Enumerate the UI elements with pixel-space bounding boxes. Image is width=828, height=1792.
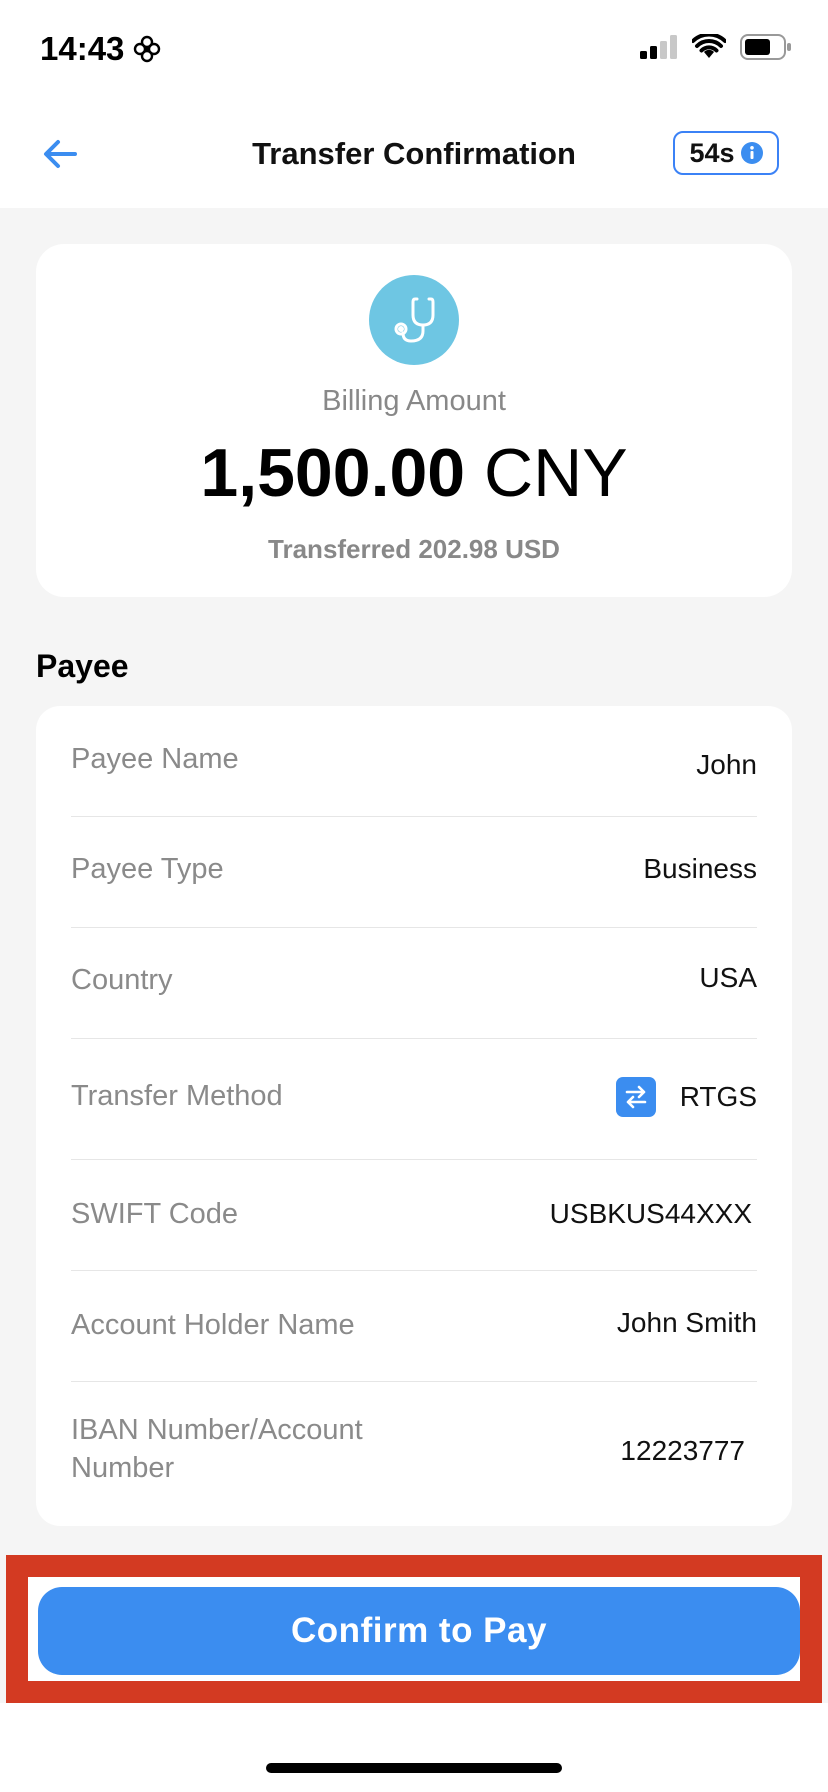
row-label: Country [71,964,173,996]
status-time: 14:43 [40,30,162,68]
transfer-method-value: RTGS [679,1081,757,1112]
payee-row-type: Payee Type Business [71,817,757,928]
confirm-to-pay-button[interactable]: Confirm to Pay [38,1587,800,1675]
status-time-text: 14:43 [40,30,125,67]
timer-badge[interactable]: 54s [673,131,779,175]
payee-row-transfer-method: Transfer Method RTGS [71,1039,757,1160]
bottom-area [0,1703,828,1792]
service-icon-container [369,275,459,365]
row-value: John [696,749,757,780]
row-value: Business [643,853,757,884]
row-value: USBKUS44XXX [549,1198,752,1229]
flower-icon [134,35,161,63]
row-label: Transfer Method [71,1080,283,1112]
payee-section-title: Payee [36,648,129,684]
amount-currency: CNY [484,435,628,511]
row-value: 12223777 [620,1435,745,1466]
stethoscope-icon [394,297,435,343]
header: Transfer Confirmation 54s [0,100,828,208]
row-label: Account Holder Name [71,1309,355,1341]
transferred-amount: Transferred 202.98 USD [268,534,560,564]
row-label: SWIFT Code [71,1198,239,1230]
payee-details-card: Payee Name John Payee Type Business Coun… [36,706,792,1526]
row-label: Payee Type [71,853,224,885]
status-bar: 14:43 [0,0,828,100]
amount-display: 1,500.00 CNY [36,434,792,512]
payee-row-iban: IBAN Number/Account Number 12223777 [71,1382,757,1526]
payee-row-name: Payee Name John [71,706,757,817]
billing-amount-label: Billing Amount [322,385,506,417]
battery-icon [740,34,791,60]
row-value: RTGS [615,1077,757,1117]
status-indicators [640,34,792,60]
amount-card: Billing Amount 1,500.00 CNY Transferred … [36,244,792,597]
cellular-signal-icon [640,35,677,59]
payee-row-country: Country USA [71,928,757,1039]
payee-row-account-holder: Account Holder Name John Smith [71,1271,757,1382]
amount-value: 1,500.00 [200,435,466,511]
info-icon [740,142,763,164]
confirm-highlight-frame: Confirm to Pay [6,1555,822,1703]
row-value: John Smith [616,1307,757,1338]
home-indicator[interactable] [266,1763,562,1773]
transfer-arrows-icon [615,1077,656,1117]
timer-text: 54s [689,137,735,168]
row-value: USA [699,962,757,993]
row-label: IBAN Number/Account Number [71,1414,363,1484]
payee-row-swift: SWIFT Code USBKUS44XXX [71,1160,757,1271]
row-label: Payee Name [71,743,239,775]
wifi-icon [692,34,726,58]
